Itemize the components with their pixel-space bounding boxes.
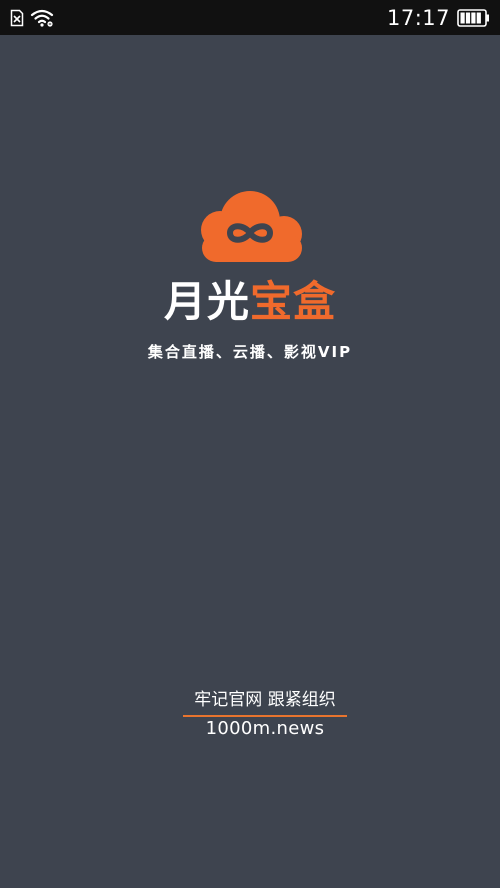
status-bar: 17:17 — [0, 0, 500, 35]
sim-missing-icon — [10, 9, 24, 27]
battery-icon — [457, 9, 489, 27]
status-bar-left — [10, 7, 54, 29]
promo-url[interactable]: 1000m.news — [170, 717, 360, 741]
app-tagline: 集合直播、云播、影视VIP — [147, 343, 353, 361]
promo-text: 牢记官网 跟紧组织 — [194, 690, 336, 710]
app-title-part2: 宝盒 — [250, 277, 337, 326]
app-title-part1: 月光 — [163, 277, 250, 326]
status-time: 17:17 — [386, 6, 450, 30]
cloud-infinity-logo-icon — [201, 191, 302, 262]
wifi-icon — [30, 9, 54, 27]
promo-block: 牢记官网 跟紧组织 1000m.news — [170, 688, 360, 741]
app-title: 月光宝盒 — [150, 278, 350, 326]
status-bar-right: 17:17 — [387, 5, 490, 31]
